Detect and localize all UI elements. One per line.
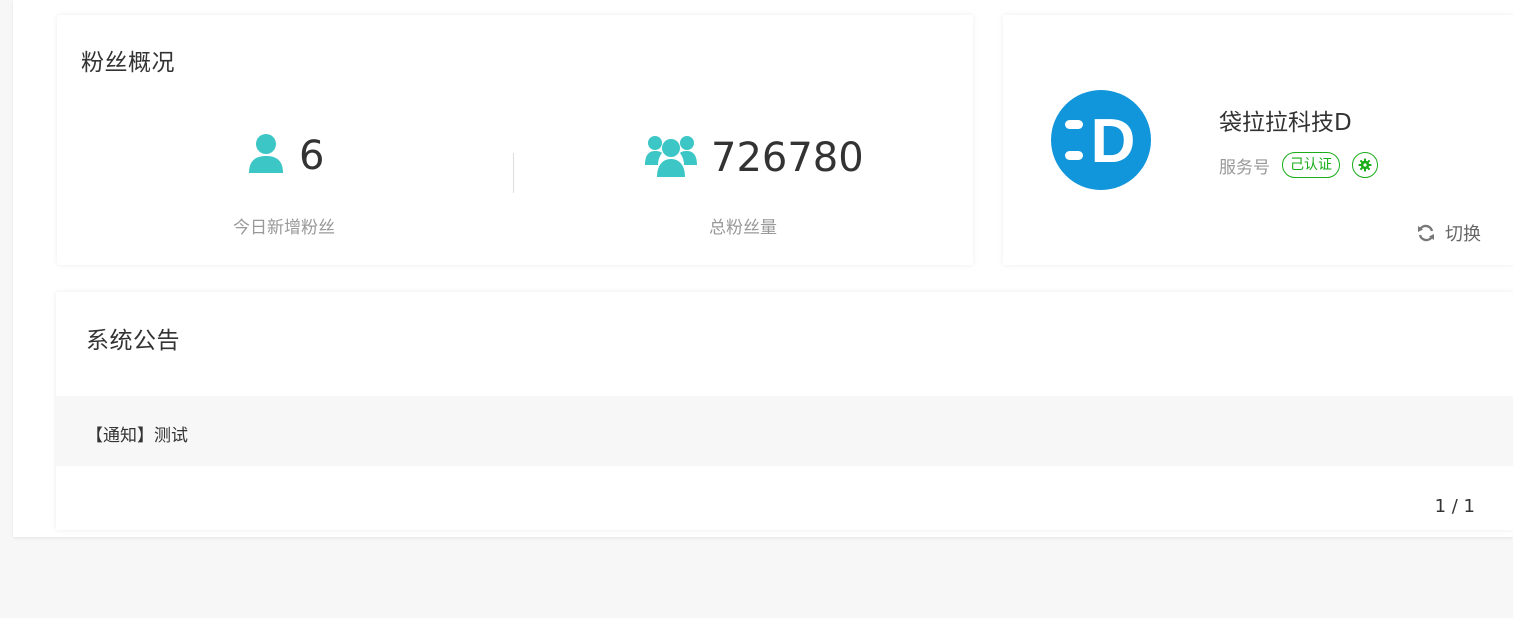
refresh-icon: [1417, 224, 1435, 242]
notice-item[interactable]: 【通知】测试: [56, 396, 1513, 466]
account-name: 袋拉拉科技D: [1219, 110, 1352, 136]
total-fans-stat: 726780: [645, 133, 864, 183]
system-notice-card: 系统公告 【通知】测试 1 / 1: [56, 292, 1513, 530]
total-fans-label: 总粉丝量: [709, 218, 777, 238]
switch-account-button[interactable]: 切换: [1417, 220, 1481, 246]
system-notice-title: 系统公告: [86, 328, 180, 354]
user-icon: [247, 133, 285, 179]
total-fans-count: 726780: [711, 135, 864, 181]
account-logo: D: [1051, 90, 1151, 190]
account-meta: 服务号 己认证: [1219, 152, 1378, 178]
account-type: 服务号: [1219, 157, 1270, 178]
fans-overview-card: 粉丝概况 6 726780 今日新增粉丝 总粉丝量: [57, 15, 973, 265]
today-new-fans-stat: 6: [247, 133, 324, 179]
account-card: D 袋拉拉科技D 服务号 己认证 切换: [1003, 15, 1513, 265]
today-new-fans-count: 6: [299, 133, 325, 179]
today-new-fans-label: 今日新增粉丝: [233, 218, 335, 238]
verified-badge: 己认证: [1282, 152, 1340, 178]
pagination: 1 / 1: [1434, 496, 1475, 517]
fans-overview-title: 粉丝概况: [81, 50, 175, 76]
gear-icon[interactable]: [1352, 152, 1378, 178]
notice-item-text[interactable]: 【通知】测试: [86, 421, 188, 446]
stat-divider: [513, 153, 514, 193]
switch-label: 切换: [1445, 224, 1481, 245]
users-group-icon: [645, 133, 697, 183]
logo-letter: D: [1091, 107, 1136, 176]
dashboard-panel: 粉丝概况 6 726780 今日新增粉丝 总粉丝量 D 袋拉拉科技D 服务号 己…: [13, 0, 1513, 537]
